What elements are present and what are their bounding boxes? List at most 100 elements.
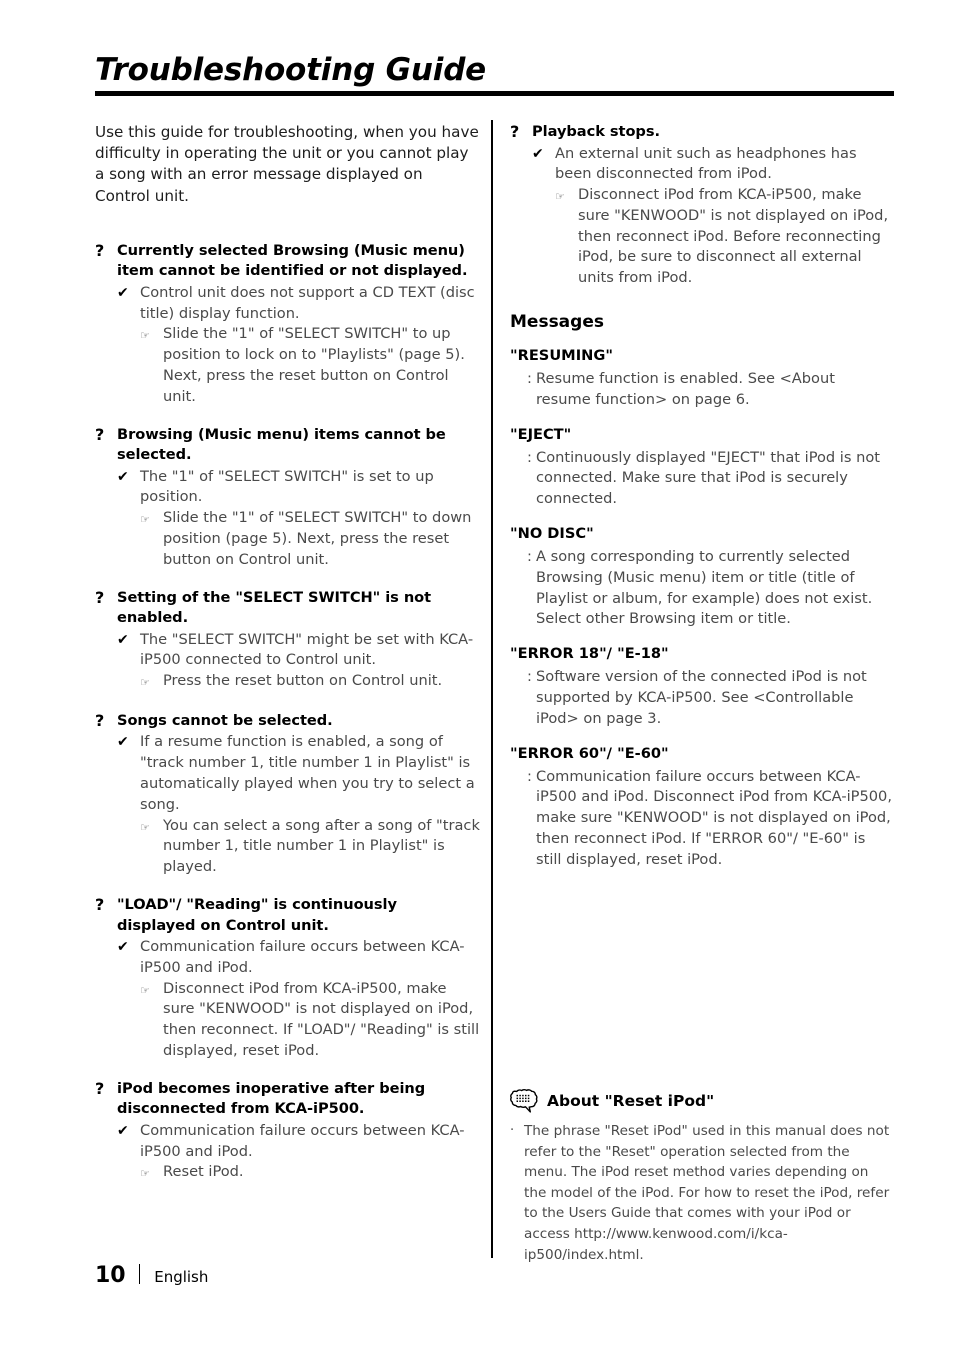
- troubleshooting-item: ? Setting of the "SELECT SWITCH" is not …: [95, 588, 480, 694]
- checkmark-icon: ✔: [117, 939, 129, 956]
- question-mark-icon: ?: [510, 122, 520, 141]
- question-row: ? Setting of the "SELECT SWITCH" is not …: [95, 588, 480, 629]
- cause-row: ✔ The "SELECT SWITCH" might be set with …: [95, 630, 480, 672]
- footer-language: English: [154, 1268, 209, 1286]
- message-definition-row: : Communication failure occurs between K…: [510, 767, 893, 871]
- pointing-hand-icon: ☞: [140, 983, 150, 997]
- page-title-block: Troubleshooting Guide: [95, 52, 895, 88]
- cause-text: Control unit does not support a CD TEXT …: [140, 283, 475, 322]
- column-divider: [491, 120, 493, 1258]
- fix-row: ☞ Disconnect iPod from KCA-iP500, make s…: [95, 979, 480, 1062]
- footer-separator: [138, 1264, 141, 1284]
- message-term: "NO DISC": [510, 525, 594, 543]
- pointing-hand-icon: ☞: [140, 329, 150, 343]
- checkmark-icon: ✔: [117, 1122, 129, 1139]
- fix-row: ☞ You can select a song after a song of …: [95, 816, 480, 878]
- fix-row: ☞ Disconnect iPod from KCA-iP500, make s…: [510, 185, 893, 289]
- cause-row: ✔ The "1" of "SELECT SWITCH" is set to u…: [95, 467, 480, 509]
- message-entry: "ERROR 60"/ "E-60" : Communication failu…: [510, 744, 893, 871]
- question-text: iPod becomes inoperative after being dis…: [117, 1079, 426, 1118]
- cause-row: ✔ Control unit does not support a CD TEX…: [95, 283, 480, 325]
- question-row: ? Playback stops.: [510, 122, 893, 143]
- question-text: "LOAD"/ "Reading" is continuously displa…: [117, 896, 397, 934]
- cause-text: If a resume function is enabled, a song …: [140, 733, 475, 813]
- message-definition: Communication failure occurs between KCA…: [536, 767, 892, 868]
- cause-row: ✔ An external unit such as headphones ha…: [510, 144, 893, 186]
- message-definition: Continuously displayed "EJECT" that iPod…: [536, 448, 881, 508]
- note-body-row: · The phrase "Reset iPod" used in this m…: [510, 1121, 895, 1265]
- troubleshooting-item: ? "LOAD"/ "Reading" is continuously disp…: [95, 895, 480, 1062]
- definition-colon: :: [527, 548, 532, 566]
- fix-row: ☞ Reset iPod.: [95, 1162, 480, 1185]
- page-title: Troubleshooting Guide: [95, 52, 487, 88]
- footer-page-number: 10: [95, 1263, 126, 1288]
- fix-text: Slide the "1" of "SELECT SWITCH" to up p…: [163, 325, 465, 405]
- title-rule: [95, 91, 894, 96]
- cause-row: ✔ Communication failure occurs between K…: [95, 937, 480, 979]
- question-mark-icon: ?: [95, 895, 105, 915]
- definition-colon: :: [527, 370, 532, 388]
- checkmark-icon: ✔: [117, 631, 129, 648]
- question-text: Songs cannot be selected.: [117, 711, 333, 729]
- fix-text: Reset iPod.: [163, 1163, 244, 1181]
- left-column: Use this guide for troubleshooting, when…: [95, 122, 480, 1202]
- question-text: Browsing (Music menu) items cannot be se…: [117, 425, 446, 464]
- definition-colon: :: [527, 668, 532, 686]
- fix-row: ☞ Press the reset button on Control unit…: [95, 671, 480, 694]
- fix-row: ☞ Slide the "1" of "SELECT SWITCH" to up…: [95, 324, 480, 407]
- fix-text: Disconnect iPod from KCA-iP500, make sur…: [578, 186, 889, 287]
- question-mark-icon: ?: [95, 1078, 105, 1098]
- message-entry: "NO DISC" : A song corresponding to curr…: [510, 524, 893, 630]
- note-text: The phrase "Reset iPod" used in this man…: [524, 1123, 890, 1263]
- messages-heading: Messages: [510, 312, 604, 333]
- note-title: About "Reset iPod": [547, 1092, 715, 1110]
- fix-text: Press the reset button on Control unit.: [163, 672, 443, 690]
- intro-paragraph: Use this guide for troubleshooting, when…: [95, 123, 479, 205]
- question-row: ? iPod becomes inoperative after being d…: [95, 1079, 480, 1120]
- troubleshooting-item: ? Songs cannot be selected. ✔ If a resum…: [95, 711, 480, 878]
- question-text: Currently selected Browsing (Music menu)…: [117, 241, 468, 280]
- fix-text: Disconnect iPod from KCA-iP500, make sur…: [163, 979, 480, 1060]
- pointing-hand-icon: ☞: [140, 1167, 150, 1181]
- message-term: "RESUMING": [510, 347, 613, 365]
- message-definition-row: : Software version of the connected iPod…: [510, 667, 893, 729]
- question-mark-icon: ?: [95, 587, 105, 607]
- cause-row: ✔ Communication failure occurs between K…: [95, 1121, 480, 1163]
- document-page: Troubleshooting Guide Use this guide for…: [0, 0, 954, 1354]
- checkmark-icon: ✔: [117, 284, 129, 301]
- pointing-hand-icon: ☞: [555, 190, 565, 204]
- question-row: ? "LOAD"/ "Reading" is continuously disp…: [95, 895, 480, 936]
- message-definition: A song corresponding to currently select…: [536, 548, 873, 628]
- troubleshooting-item: ? Currently selected Browsing (Music men…: [95, 241, 480, 408]
- message-definition-row: : A song corresponding to currently sele…: [510, 547, 893, 630]
- troubleshooting-item: ? Browsing (Music menu) items cannot be …: [95, 425, 480, 571]
- fix-text: Slide the "1" of "SELECT SWITCH" to down…: [163, 509, 472, 568]
- question-row: ? Currently selected Browsing (Music men…: [95, 241, 480, 282]
- cause-row: ✔ If a resume function is enabled, a son…: [95, 732, 480, 815]
- speech-bubble-note-icon: [510, 1088, 540, 1114]
- question-mark-icon: ?: [95, 240, 105, 260]
- message-entry: "RESUMING" : Resume function is enabled.…: [510, 346, 893, 411]
- page-footer: 10 English: [95, 1262, 208, 1289]
- note-header: About "Reset iPod": [510, 1088, 895, 1114]
- checkmark-icon: ✔: [117, 468, 129, 485]
- message-term: "ERROR 18"/ "E-18": [510, 645, 669, 663]
- pointing-hand-icon: ☞: [140, 513, 150, 527]
- cause-text: The "SELECT SWITCH" might be set with KC…: [140, 630, 474, 669]
- cause-text: Communication failure occurs between KCA…: [140, 938, 465, 976]
- note-block: About "Reset iPod" · The phrase "Reset i…: [510, 1088, 895, 1265]
- checkmark-icon: ✔: [532, 145, 544, 162]
- message-definition-row: : Resume function is enabled. See <About…: [510, 369, 893, 411]
- question-text: Setting of the "SELECT SWITCH" is not en…: [117, 588, 432, 627]
- fix-text: You can select a song after a song of "t…: [163, 816, 480, 876]
- pointing-hand-icon: ☞: [140, 676, 150, 690]
- message-entry: "EJECT" : Continuously displayed "EJECT"…: [510, 425, 893, 510]
- message-definition: Resume function is enabled. See <About r…: [536, 370, 835, 408]
- question-row: ? Browsing (Music menu) items cannot be …: [95, 425, 480, 466]
- message-definition-row: : Continuously displayed "EJECT" that iP…: [510, 448, 893, 510]
- checkmark-icon: ✔: [117, 734, 129, 751]
- cause-text: An external unit such as headphones has …: [555, 144, 857, 183]
- message-entry: "ERROR 18"/ "E-18" : Software version of…: [510, 644, 893, 729]
- question-mark-icon: ?: [95, 710, 105, 730]
- definition-colon: :: [527, 448, 532, 466]
